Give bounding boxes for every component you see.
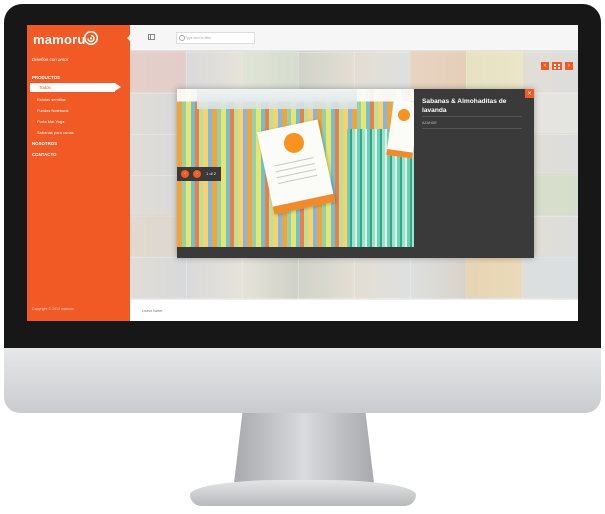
search-box[interactable] xyxy=(176,32,255,44)
product-category[interactable]: AZAHAR xyxy=(422,121,437,125)
product-tag xyxy=(256,119,336,215)
sidebar-toggle-icon[interactable] xyxy=(148,34,155,40)
next-arrow-icon[interactable]: › xyxy=(565,62,573,70)
nav-item-sabanas[interactable]: Sabanas para cunas xyxy=(37,130,74,135)
grid-view-icon[interactable] xyxy=(552,62,562,70)
sidebar: mamoru Diseños con amor PRODUCTOS Todos … xyxy=(27,25,130,321)
tagline: Diseños con amor xyxy=(32,57,69,62)
product-tag-secondary xyxy=(386,99,414,159)
next-image-icon[interactable]: › xyxy=(193,170,201,178)
nav-productos[interactable]: PRODUCTOS xyxy=(32,75,60,80)
footer: Leave tweet xyxy=(130,299,578,321)
divider xyxy=(422,128,522,129)
nav-item-estolas[interactable]: Estolas semillas xyxy=(37,97,66,102)
search-input[interactable] xyxy=(185,33,251,42)
image-pager: ‹ › 1 of 2 xyxy=(177,167,221,181)
nav-item-fundas[interactable]: Fundas Notebook xyxy=(37,108,69,113)
copyright: Copyright © 2013 mamoru xyxy=(32,307,75,311)
product-title: Sabanas & Almohaditas de lavanda xyxy=(422,98,507,114)
topbar xyxy=(130,25,578,51)
prev-arrow-icon[interactable]: ‹ xyxy=(541,62,549,70)
sidebar-notch xyxy=(127,34,131,42)
nav-item-todos-label: Todos xyxy=(39,85,51,90)
tag-logo xyxy=(282,131,306,155)
monitor-chin xyxy=(4,348,601,413)
product-modal: ‹ › 1 of 2 Sabanas & Almohaditas de lava… xyxy=(177,89,534,258)
prev-image-icon[interactable]: ‹ xyxy=(181,170,189,178)
nav-item-porta-mat[interactable]: Porta Mat Yoga xyxy=(37,119,64,124)
pager-count: 1 of 2 xyxy=(206,171,217,176)
monitor-stand-neck xyxy=(234,413,374,483)
screen: mamoru Diseños con amor PRODUCTOS Todos … xyxy=(27,25,578,321)
logo-swirl-icon xyxy=(84,31,98,45)
close-icon[interactable]: × xyxy=(525,89,534,98)
nav-nosotros[interactable]: NOSOTROS xyxy=(32,141,57,146)
monitor-stand-base xyxy=(190,480,416,506)
nav-item-todos[interactable]: Todos xyxy=(30,83,121,92)
tag-logo-secondary xyxy=(397,108,411,122)
logo[interactable]: mamoru xyxy=(33,32,86,47)
footer-link[interactable]: Leave tweet xyxy=(142,309,162,313)
photo-background xyxy=(197,89,357,109)
divider xyxy=(422,116,522,117)
nav-contacto[interactable]: CONTACTO xyxy=(32,152,56,157)
